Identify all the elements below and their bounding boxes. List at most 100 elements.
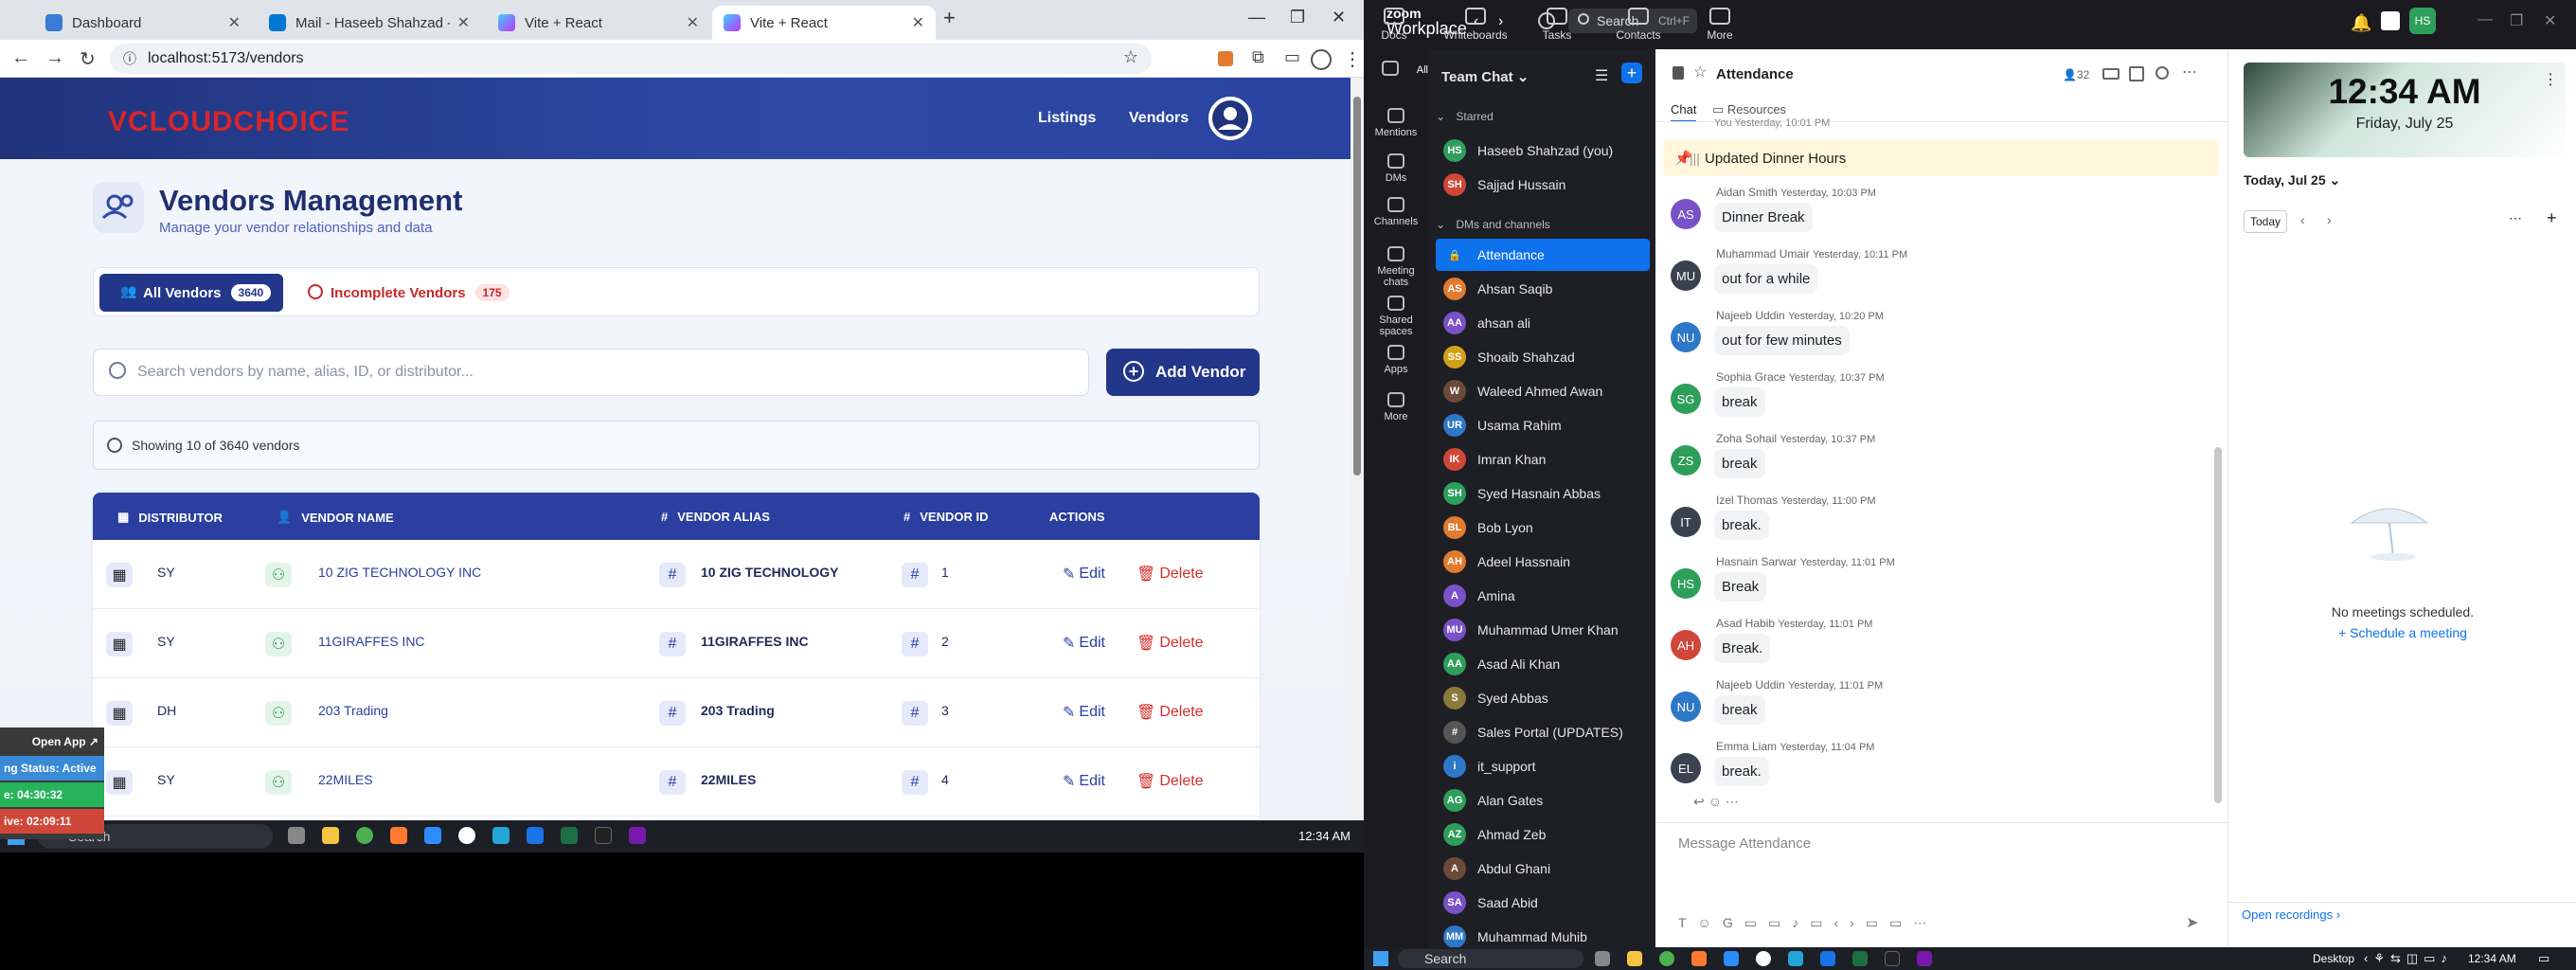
more-icon[interactable]: ⋯ <box>2509 210 2522 226</box>
minimize-icon[interactable]: — <box>2478 11 2493 28</box>
chat-message[interactable]: ZS Zoha Sohail Yesterday, 10:37 PM break <box>1671 432 2220 494</box>
task-view-icon[interactable] <box>1595 951 1610 966</box>
sidebar-item[interactable]: AA Asad Ali Khan <box>1436 648 1650 680</box>
user-avatar-icon[interactable] <box>1208 97 1252 140</box>
app-icon[interactable] <box>1820 951 1835 966</box>
search-input[interactable]: Search vendors by name, alias, ID, or di… <box>93 349 1089 396</box>
team-chat-title[interactable]: Team Chat ⌄ <box>1441 68 1529 85</box>
more-icon[interactable]: ⋯ <box>2182 63 2197 81</box>
sidebar-item[interactable]: SS Shoaib Shahzad <box>1436 341 1650 373</box>
col-vendor-alias[interactable]: # VENDOR ALIAS <box>661 510 770 524</box>
site-info-icon[interactable]: ⓘ <box>123 49 136 68</box>
taskbar-clock[interactable]: 12:34 AM <box>1298 829 1351 843</box>
sidebar-item[interactable]: HS Haseeb Shahzad (you) <box>1436 135 1650 167</box>
delete-button[interactable]: 🗑 Delete <box>1136 772 1204 791</box>
sidebar-item[interactable]: AS Ahsan Saqib <box>1436 273 1650 305</box>
delete-button[interactable]: 🗑 Delete <box>1136 565 1204 584</box>
pinned-message[interactable]: 📌 ||| Updated Dinner Hours <box>1663 140 2218 176</box>
table-row[interactable]: ▦ DH ⚇ 203 Trading #203 Trading #3 ✎ Edit 🗑 Delet… <box>93 678 1260 747</box>
close-icon[interactable]: ✕ <box>687 13 699 32</box>
search-icon[interactable] <box>2156 66 2169 80</box>
profile-icon[interactable] <box>1311 49 1332 70</box>
forward-icon[interactable]: → <box>45 47 64 69</box>
app-icon[interactable] <box>2381 11 2400 30</box>
sidebar-item[interactable]: 🔒 Attendance <box>1436 239 1650 271</box>
extension-icon[interactable] <box>1218 51 1233 66</box>
reload-icon[interactable]: ↻ <box>80 47 96 71</box>
chat-scrollbar[interactable] <box>2214 447 2222 803</box>
windows-start-icon[interactable] <box>1373 951 1388 966</box>
more-icon[interactable]: ⋮ <box>2543 70 2558 89</box>
zoom-tab-whiteboards[interactable]: Whiteboards <box>1441 6 1510 42</box>
table-row[interactable]: ▦ SY ⚇ 10 ZIG TECHNOLOGY INC #10 ZIG TECHNOL… <box>93 540 1260 609</box>
nav-listings[interactable]: Listings <box>1038 110 1096 127</box>
zoom-tab-tasks[interactable]: Tasks <box>1523 6 1591 42</box>
user-avatar[interactable]: HS <box>2409 8 2436 34</box>
nav-vendors[interactable]: Vendors <box>1129 110 1189 127</box>
app-icon[interactable] <box>1691 951 1707 966</box>
taskbar-search[interactable]: Search <box>1398 949 1583 968</box>
chat-message[interactable]: NU Najeeb Uddin Yesterday, 10:20 PM out fo… <box>1671 309 2220 370</box>
col-vendor-name[interactable]: 👤 VENDOR NAME <box>277 510 394 525</box>
menu-kebab-icon[interactable]: ⋮ <box>1343 47 1362 71</box>
tab-resources[interactable]: ▭ Resources <box>1712 102 1786 117</box>
chat-title[interactable]: Attendance <box>1716 66 1794 82</box>
bookmark-star-icon[interactable]: ☆ <box>1123 47 1138 67</box>
scrollbar-thumb[interactable] <box>1353 97 1361 476</box>
app-icon[interactable] <box>390 827 407 844</box>
tab-incomplete-vendors[interactable]: Incomplete Vendors 175 <box>308 274 510 312</box>
app-icon[interactable] <box>595 827 612 844</box>
tab-chat[interactable]: Chat <box>1671 102 1697 122</box>
maximize-icon[interactable]: ❐ <box>2510 11 2523 30</box>
cloudchoice-logo[interactable]: VCLOUDCHOICE <box>108 106 349 138</box>
table-row[interactable]: ▦ SY ⚇ 22MILES #22MILES #4 ✎ Edit 🗑 Delete <box>93 747 1260 817</box>
edit-button[interactable]: ✎ Edit <box>1063 565 1105 584</box>
url-bar[interactable]: ⓘ localhost:5173/vendors ☆ <box>110 44 1152 74</box>
zoom-icon[interactable] <box>424 827 441 844</box>
back-icon[interactable]: ← <box>11 47 30 69</box>
sidebar-item[interactable]: SH Sajjad Hussain <box>1436 169 1650 201</box>
message-input[interactable]: Message Attendance <box>1678 835 1811 852</box>
tab-all-vendors[interactable]: 👥 All Vendors 3640 <box>99 274 283 312</box>
sidebar-item[interactable]: UR Usama Rahim <box>1436 409 1650 441</box>
tray-icons[interactable]: ‹⚘⇆◫▭♪ <box>2364 951 2453 966</box>
open-app-button[interactable]: Open App ↗ <box>0 729 104 754</box>
app-icon[interactable] <box>1788 951 1803 966</box>
task-view-icon[interactable] <box>288 827 305 844</box>
rail-dms[interactable]: DMs <box>1364 153 1428 184</box>
zoom-tab-more[interactable]: More <box>1686 6 1754 42</box>
compose-toolbar[interactable]: T☺G▭▭♪▭‹›▭▭⋯ <box>1678 915 1938 931</box>
edit-button[interactable]: ✎ Edit <box>1063 703 1105 722</box>
tab-vite-1[interactable]: Vite + React ✕ <box>487 6 710 40</box>
delete-button[interactable]: 🗑 Delete <box>1136 703 1204 722</box>
sidebar-item[interactable]: A Amina <box>1436 580 1650 612</box>
calendar-icon[interactable] <box>2129 66 2144 81</box>
tab-vite-2[interactable]: Vite + React ✕ <box>712 6 936 40</box>
maximize-icon[interactable]: ❐ <box>1290 8 1305 27</box>
zoom-tab-docs[interactable]: Docs <box>1364 6 1428 42</box>
chat-message[interactable]: IT Izel Thomas Yesterday, 11:00 PM break. <box>1671 494 2220 555</box>
close-window-icon[interactable]: ✕ <box>2544 11 2556 30</box>
sidebar-item[interactable]: IK Imran Khan <box>1436 443 1650 476</box>
open-recordings-link[interactable]: Open recordings › <box>2242 907 2340 922</box>
edit-button[interactable]: ✎ Edit <box>1063 634 1105 653</box>
sidebar-item[interactable]: SH Syed Hasnain Abbas <box>1436 477 1650 510</box>
sidepanel-icon[interactable]: ▭ <box>1284 47 1300 67</box>
rail-more[interactable]: More <box>1364 392 1428 422</box>
rail-channels[interactable]: Channels <box>1364 197 1428 227</box>
bell-icon[interactable]: 🔔 <box>2351 13 2371 33</box>
chat-message[interactable]: AH Asad Habib Yesterday, 11:01 PM Break. <box>1671 617 2220 678</box>
sidebar-item[interactable]: MM Muhammad Muhib <box>1436 921 1650 947</box>
sidebar-item[interactable]: AH Adeel Hassnain <box>1436 546 1650 578</box>
dms-header[interactable]: ⌄ DMs and channels <box>1436 218 1550 231</box>
file-explorer-icon[interactable] <box>1627 951 1642 966</box>
zoom-tab-contacts[interactable]: Contacts <box>1604 6 1673 42</box>
onenote-icon[interactable] <box>1917 951 1932 966</box>
sidebar-item[interactable]: A Abdul Ghani <box>1436 853 1650 885</box>
today-button[interactable]: Today <box>2244 210 2287 233</box>
excel-icon[interactable] <box>1852 951 1868 966</box>
rail-apps[interactable]: Apps <box>1364 345 1428 375</box>
app-icon[interactable] <box>458 827 475 844</box>
sidebar-item[interactable]: SA Saad Abid <box>1436 887 1650 919</box>
rail-shared-spaces[interactable]: Shared spaces <box>1364 296 1428 337</box>
